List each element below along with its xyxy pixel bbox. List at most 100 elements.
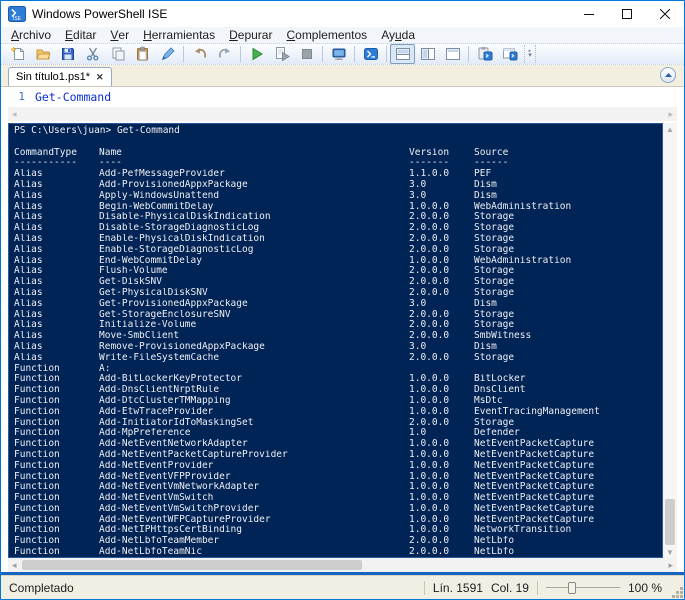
- console-row: Alias Get-ProvisionedAppxPackage 3.0 Dism: [14, 298, 497, 309]
- console-row: Function Add-NetEventNetworkAdapter 1.0.0.…: [14, 439, 595, 450]
- console-rows: Alias Add-PefMessageProvider 1.1.0.0 PEF Ali…: [14, 169, 662, 558]
- show-command-addon-button[interactable]: [472, 44, 497, 64]
- status-separator: [423, 580, 425, 595]
- pane-top-icon: [395, 48, 410, 60]
- powershell-icon: [363, 48, 378, 60]
- undo-button[interactable]: [187, 44, 212, 64]
- scroll-left-arrow-icon[interactable]: ◂: [12, 560, 17, 571]
- menu-item-herramientas[interactable]: Herramientas: [136, 27, 222, 43]
- script-editor[interactable]: 1 Get-Command: [1, 87, 684, 107]
- run-script-button[interactable]: [244, 44, 269, 64]
- clear-console-icon: [161, 47, 175, 61]
- toolbar-separator: [354, 46, 355, 62]
- console-vertical-scrollbar[interactable]: ▲ ▼: [663, 123, 677, 558]
- minimize-button[interactable]: [570, 1, 608, 27]
- menu-item-depurar[interactable]: Depurar: [222, 27, 279, 43]
- tab-close-icon[interactable]: ✕: [96, 72, 104, 83]
- console-row: Alias Add-ProvisionedAppxPackage 3.0 Dism: [14, 179, 497, 190]
- console-row: Alias Get-PhysicalDiskSNV 2.0.0.0 Storage: [14, 287, 515, 298]
- scroll-right-arrow-icon[interactable]: ▸: [668, 109, 673, 120]
- console-area: PS C:\Users\juan> Get-Command CommandTyp…: [1, 123, 684, 558]
- copy-button[interactable]: [105, 44, 130, 64]
- scroll-left-arrow-icon[interactable]: ◂: [12, 109, 17, 120]
- toolbar-overflow-button[interactable]: ▪ ▾: [524, 45, 536, 63]
- console-row: Function Add-NetIPHttpsCertBinding 1.0.0.0…: [14, 525, 572, 536]
- menu-item-archivo[interactable]: Archivo: [4, 27, 58, 43]
- console-row: Function Add-DtcClusterTMMapping 1.0.0.0 Ms…: [14, 395, 503, 406]
- header-source: Source: [474, 147, 509, 158]
- toolbar-separator: [240, 46, 241, 62]
- show-script-pane-top-button[interactable]: [390, 44, 415, 64]
- toolbar-separator: [183, 46, 184, 62]
- console-prompt-line: PS C:\Users\juan> Get-Command: [14, 125, 180, 136]
- line-number-gutter: 1: [1, 87, 35, 107]
- open-script-button[interactable]: [30, 44, 55, 64]
- title-bar[interactable]: ISE Windows PowerShell ISE: [1, 1, 684, 27]
- show-script-pane-maximized-button[interactable]: [440, 44, 465, 64]
- console-row: Function A:: [14, 363, 111, 374]
- stop-operation-button[interactable]: [294, 44, 319, 64]
- redo-button[interactable]: [212, 44, 237, 64]
- show-command-window-button[interactable]: [497, 44, 522, 64]
- status-text: Completado: [9, 580, 74, 595]
- header-name: Name: [99, 147, 122, 158]
- show-script-pane-right-button[interactable]: [415, 44, 440, 64]
- clear-console-pane-button[interactable]: [155, 44, 180, 64]
- editor-tab[interactable]: Sin título1.ps1* ✕: [8, 67, 112, 86]
- editor-tab-title: Sin título1.ps1*: [16, 71, 90, 83]
- editor-horizontal-scrollbar[interactable]: ◂ ▸: [8, 107, 677, 121]
- scroll-right-arrow-icon[interactable]: ▸: [668, 560, 673, 571]
- new-script-button[interactable]: [5, 44, 30, 64]
- console-row: Alias Get-DiskSNV 2.0.0.0 Storage: [14, 277, 515, 288]
- menu-item-ayuda[interactable]: Ay u da: [374, 27, 422, 43]
- console-pane[interactable]: PS C:\Users\juan> Get-Command CommandTyp…: [8, 123, 663, 558]
- code-line[interactable]: Get-Command: [35, 87, 111, 107]
- console-row: Function Add-InitiatorIdToMaskingSet 2.0.0…: [14, 417, 515, 428]
- pane-right-icon: [420, 48, 435, 60]
- run-script-icon: [252, 47, 263, 61]
- horizontal-scrollbar-thumb[interactable]: [22, 560, 362, 570]
- console-horizontal-scrollbar[interactable]: ◂ ▸: [8, 558, 677, 572]
- scroll-up-arrow-icon[interactable]: ▲: [663, 123, 677, 135]
- console-row: Alias Get-StorageEnclosureSNV 2.0.0.0 Stora…: [14, 309, 515, 320]
- menu-item-complementos[interactable]: Complementos: [279, 27, 374, 43]
- collapse-script-pane-button[interactable]: [660, 67, 676, 83]
- copy-icon: [112, 47, 124, 61]
- close-button[interactable]: [646, 1, 684, 27]
- scroll-down-arrow-icon[interactable]: ▼: [663, 546, 677, 558]
- console-row: Function Add-DnsClientNrptRule 1.0.0.0 DnsC…: [14, 385, 526, 396]
- resize-grip[interactable]: [680, 595, 683, 598]
- vertical-scrollbar-thumb[interactable]: [665, 499, 675, 545]
- cut-button[interactable]: [80, 44, 105, 64]
- console-table-header: CommandType Name Version Source: [14, 148, 662, 159]
- status-separator: [536, 580, 538, 595]
- paste-button[interactable]: [130, 44, 155, 64]
- zoom-slider[interactable]: [545, 581, 620, 595]
- save-script-button[interactable]: [55, 44, 80, 64]
- console-row: Function Add-EtwTraceProvider 1.0.0.0 Event…: [14, 406, 600, 417]
- cut-icon: [86, 47, 98, 61]
- menu-item-editar[interactable]: Editar: [58, 27, 103, 43]
- cmd-window-icon: [502, 48, 517, 61]
- undo-icon: [194, 48, 206, 58]
- zoom-slider-thumb[interactable]: [567, 581, 576, 594]
- toolbar-separator: [322, 46, 323, 62]
- toolbar-separator: [386, 46, 387, 62]
- console-row: Alias Initialize-Volume 2.0.0.0 Storage: [14, 320, 515, 331]
- script-tab-row: Sin título1.ps1* ✕: [1, 65, 684, 87]
- run-selection-button[interactable]: [269, 44, 294, 64]
- new-script-icon: [9, 46, 24, 60]
- menu-item-ver[interactable]: Ver: [103, 27, 136, 43]
- new-remote-powershell-tab-button[interactable]: [326, 44, 351, 64]
- maximize-button[interactable]: [608, 1, 646, 27]
- start-powershell-exe-button[interactable]: [358, 44, 383, 64]
- console-row: Function Add-NetLbfoTeamNic 2.0.0.0 NetLbfo: [14, 547, 515, 558]
- status-line-indicator: Lín. 1591: [432, 580, 483, 595]
- console-row: Alias Add-PefMessageProvider 1.1.0.0 PEF: [14, 169, 492, 180]
- console-row: Function Add-MpPreference 1.0 Defender: [14, 428, 520, 439]
- zoom-level: 100 %: [627, 580, 662, 595]
- redo-icon: [218, 48, 230, 58]
- console-row: Function Add-NetEventVmSwitchProvider 1.0.…: [14, 503, 595, 514]
- chevron-up-icon: [664, 73, 672, 77]
